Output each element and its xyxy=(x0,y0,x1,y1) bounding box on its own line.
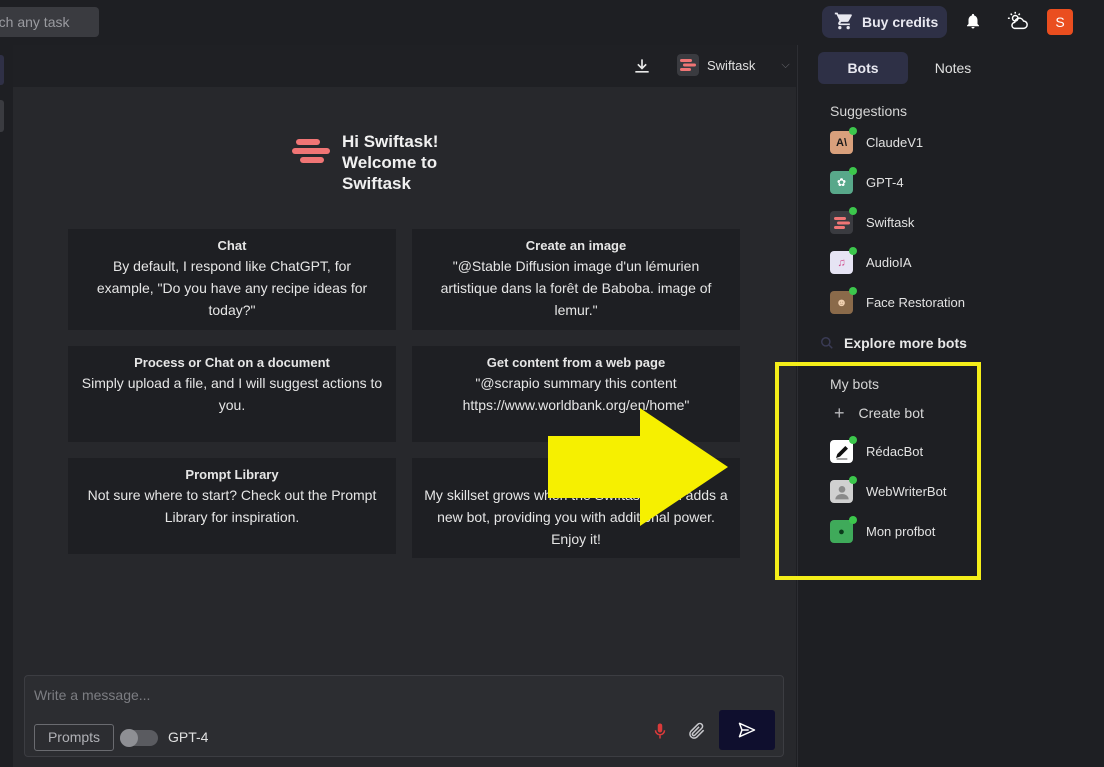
swiftask-logo-icon xyxy=(292,137,332,194)
bot-item-face-restoration[interactable]: ☻ Face Restoration xyxy=(830,287,965,314)
face-icon: ☻ xyxy=(830,287,857,314)
bot-item-audioia[interactable]: ♫ AudioIA xyxy=(830,247,912,274)
nav-tab-active[interactable] xyxy=(0,55,4,85)
tab-bots[interactable]: Bots xyxy=(818,52,908,84)
send-button[interactable] xyxy=(719,710,775,750)
suggestion-card-chat[interactable]: Chat By default, I respond like ChatGPT,… xyxy=(68,229,396,330)
download-icon[interactable] xyxy=(632,56,652,76)
explore-label: Explore more bots xyxy=(844,335,967,351)
bot-name: GPT-4 xyxy=(866,175,904,190)
search-icon xyxy=(821,337,833,349)
top-bar: rch any task Buy credits S xyxy=(0,0,1104,45)
bot-selector[interactable]: Swiftask ⌵ xyxy=(677,54,790,76)
card-title: Prompt Library xyxy=(185,467,279,482)
bot-name: Face Restoration xyxy=(866,295,965,310)
card-title: Create an image xyxy=(525,238,627,253)
bot-name: AudioIA xyxy=(866,255,912,270)
chat-header: Swiftask ⌵ xyxy=(13,45,796,87)
card-body: By default, I respond like ChatGPT, for … xyxy=(96,258,368,318)
suggestion-card-prompt-library[interactable]: Prompt Library Not sure where to start? … xyxy=(68,458,396,554)
openai-icon: ✿ xyxy=(830,167,857,194)
card-title: Process or Chat on a document xyxy=(134,355,330,370)
suggestion-card-image[interactable]: Create an image "@Stable Diffusion image… xyxy=(412,229,740,330)
arrow-right-icon xyxy=(548,408,728,526)
suggestions-heading: Suggestions xyxy=(830,103,908,119)
bot-name: Swiftask xyxy=(866,215,915,230)
bot-item-swiftask[interactable]: Swiftask xyxy=(830,207,915,234)
nav-tab[interactable] xyxy=(0,100,4,132)
online-indicator xyxy=(849,207,857,215)
welcome-title: Hi Swiftask! Welcome to Swiftask xyxy=(342,132,439,193)
weather-icon[interactable] xyxy=(1007,10,1029,32)
chevron-down-icon: ⌵ xyxy=(781,58,790,71)
swiftask-icon xyxy=(830,207,857,234)
selected-bot-name: Swiftask xyxy=(707,57,756,73)
model-toggle[interactable] xyxy=(120,729,158,747)
online-indicator xyxy=(849,287,857,295)
send-icon xyxy=(738,722,756,738)
claude-icon: A\ xyxy=(830,127,857,154)
bot-item-gpt4[interactable]: ✿ GPT-4 xyxy=(830,167,904,194)
search-input[interactable]: rch any task xyxy=(0,7,99,37)
message-composer: Write a message... Prompts GPT-4 xyxy=(24,675,784,757)
explore-more-bots-link[interactable]: Explore more bots xyxy=(820,335,967,351)
swiftask-logo-icon xyxy=(677,54,699,76)
chat-panel: Swiftask ⌵ Hi Swiftask! Welcome to Swift… xyxy=(13,45,796,767)
paperclip-icon[interactable] xyxy=(687,721,707,741)
app-window: rch any task Buy credits S Swiftask ⌵ Hi… xyxy=(0,0,1104,767)
bell-icon[interactable] xyxy=(962,10,984,32)
highlight-box xyxy=(775,362,981,580)
online-indicator xyxy=(849,247,857,255)
message-input[interactable]: Write a message... xyxy=(34,687,150,703)
cart-icon xyxy=(834,11,854,34)
left-nav-strip xyxy=(0,45,13,767)
card-body: "@Stable Diffusion image d'un lémurien a… xyxy=(440,258,712,318)
card-body: Simply upload a file, and I will suggest… xyxy=(81,375,383,413)
model-label: GPT-4 xyxy=(168,729,209,745)
toggle-knob xyxy=(120,729,138,747)
tab-notes[interactable]: Notes xyxy=(915,52,991,84)
welcome-hero: Hi Swiftask! Welcome to Swiftask xyxy=(292,131,462,194)
bot-item-claudev1[interactable]: A\ ClaudeV1 xyxy=(830,127,924,154)
microphone-icon[interactable] xyxy=(651,721,669,741)
card-title: Get content from a web page xyxy=(486,355,666,370)
suggestion-card-document[interactable]: Process or Chat on a document Simply upl… xyxy=(68,346,396,442)
user-avatar[interactable]: S xyxy=(1047,9,1073,35)
online-indicator xyxy=(849,127,857,135)
audio-icon: ♫ xyxy=(830,247,857,274)
online-indicator xyxy=(849,167,857,175)
bot-name: ClaudeV1 xyxy=(866,135,924,150)
card-title: Chat xyxy=(217,238,247,253)
buy-credits-label: Buy credits xyxy=(862,14,939,30)
card-body: Not sure where to start? Check out the P… xyxy=(87,487,377,525)
prompts-button[interactable]: Prompts xyxy=(34,724,114,751)
buy-credits-button[interactable]: Buy credits xyxy=(822,6,947,38)
